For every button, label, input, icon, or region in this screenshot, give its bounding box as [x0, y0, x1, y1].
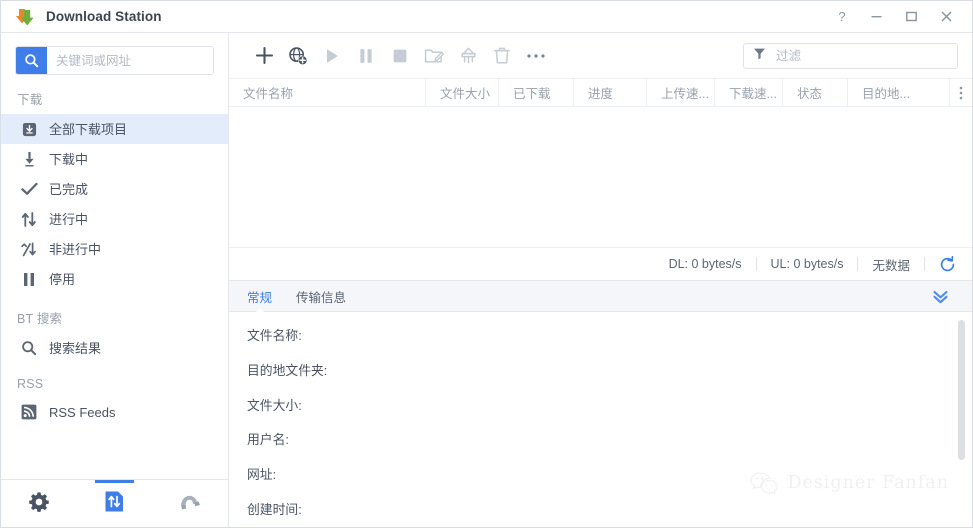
column-header-destination[interactable]: 目的地... — [848, 79, 950, 106]
add-from-url-button[interactable] — [281, 41, 315, 71]
window-body: 下载 全部下载项目 — [1, 33, 972, 528]
transfer-icon — [103, 490, 126, 518]
window-title: Download Station — [46, 9, 162, 24]
task-table-header: 文件名称 文件大小 已下载 进度 上传速... 下载速... 状态 目的地... — [229, 78, 972, 107]
sidebar-item-inactive[interactable]: 非进行中 — [1, 234, 228, 264]
detail-panel-body: 文件名称: 目的地文件夹: 文件大小: 用户名: 网址: 创建时间: — [229, 312, 972, 527]
filter-box[interactable] — [743, 42, 958, 69]
magnet-icon — [178, 491, 202, 518]
rss-icon — [19, 404, 39, 420]
sidebar-item-label: 已完成 — [49, 181, 89, 197]
upload-speed-label: UL: 0 bytes/s — [770, 257, 844, 271]
search-icon[interactable] — [16, 47, 47, 74]
sidebar-item-label: 进行中 — [49, 211, 89, 227]
help-button[interactable]: ? — [824, 1, 859, 32]
tab-general[interactable]: 常规 — [247, 281, 272, 313]
sidebar-item-label: 停用 — [49, 271, 76, 287]
field-url: 网址: — [247, 467, 277, 483]
data-state-label: 无数据 — [872, 258, 910, 273]
main-toolbar — [229, 33, 972, 78]
field-username: 用户名: — [247, 432, 289, 448]
field-created-time: 创建时间: — [247, 501, 302, 517]
downloading-icon — [19, 151, 39, 167]
window-controls: ? — [824, 1, 972, 32]
sidebar-item-rss-feeds[interactable]: RSS Feeds — [1, 397, 228, 427]
transfer-status-bar: DL: 0 bytes/s UL: 0 bytes/s 无数据 — [229, 247, 972, 280]
bottom-tab-bt-search[interactable] — [152, 481, 228, 528]
sidebar-item-all-downloads[interactable]: 全部下载项目 — [1, 114, 228, 144]
field-filename: 文件名称: — [247, 328, 302, 343]
clear-completed-button[interactable] — [451, 41, 485, 71]
refresh-icon[interactable] — [925, 255, 956, 273]
sidebar-search[interactable] — [15, 46, 214, 75]
sidebar-item-completed[interactable]: 已完成 — [1, 174, 228, 204]
sidebar-group-label-bt-search: BT 搜索 — [17, 312, 63, 326]
sidebar-item-active[interactable]: 进行中 — [1, 204, 228, 234]
delete-button[interactable] — [485, 41, 519, 71]
task-table-body[interactable] — [229, 107, 972, 247]
sidebar-item-label: 非进行中 — [49, 241, 102, 257]
minimize-button[interactable] — [859, 1, 894, 32]
more-options-button[interactable] — [519, 41, 553, 71]
download-speed-label: DL: 0 bytes/s — [668, 257, 742, 271]
bottom-tab-transfer[interactable] — [77, 479, 153, 528]
inactive-arrows-icon — [19, 242, 39, 257]
title-bar: Download Station ? — [1, 1, 972, 33]
stop-button[interactable] — [383, 41, 417, 71]
detail-panel-scrollbar[interactable] — [958, 320, 965, 460]
tab-transfer-info[interactable]: 传输信息 — [296, 281, 346, 312]
sidebar: 下载 全部下载项目 — [1, 33, 229, 528]
gear-icon — [28, 491, 50, 518]
pause-icon — [19, 272, 39, 287]
sidebar-item-stopped[interactable]: 停用 — [1, 264, 228, 294]
sidebar-item-label: 搜索结果 — [49, 340, 102, 356]
close-button[interactable] — [929, 1, 964, 32]
sidebar-item-label: 全部下载项目 — [49, 121, 128, 137]
column-header-progress[interactable]: 进度 — [574, 79, 647, 106]
column-header-upload-speed[interactable]: 上传速... — [647, 79, 715, 106]
sidebar-item-label: 下载中 — [49, 151, 89, 167]
column-header-status[interactable]: 状态 — [783, 79, 848, 106]
column-options-icon[interactable] — [950, 79, 972, 106]
add-task-button[interactable] — [247, 41, 281, 71]
sidebar-bottom-tabs — [1, 479, 228, 528]
sidebar-group-label-rss: RSS — [17, 377, 44, 391]
edit-destination-button[interactable] — [417, 41, 451, 71]
bottom-tab-settings[interactable] — [1, 481, 77, 528]
search-input[interactable] — [47, 47, 213, 74]
double-chevron-down-icon[interactable] — [931, 281, 950, 312]
field-filesize: 文件大小: — [247, 397, 302, 413]
pause-button[interactable] — [349, 41, 383, 71]
column-header-filename[interactable]: 文件名称 — [229, 79, 426, 106]
column-header-downloaded[interactable]: 已下载 — [499, 79, 574, 106]
sidebar-group-label-downloads: 下载 — [17, 93, 43, 107]
download-station-window: Download Station ? 关键词或网址 下载 全部下载项目 下载中 … — [0, 0, 973, 528]
sidebar-item-search-results[interactable]: 搜索结果 — [1, 333, 228, 363]
main-content: 文件名称 文件大小 已下载 进度 上传速... 下载速... 状态 目的地... — [229, 33, 972, 527]
search-icon — [19, 340, 39, 356]
maximize-button[interactable] — [894, 1, 929, 32]
up-down-arrows-icon — [19, 211, 39, 227]
detail-panel-tabs: 常规 传输信息 — [229, 280, 972, 313]
start-button[interactable] — [315, 41, 349, 71]
check-icon — [19, 182, 39, 196]
download-box-icon — [19, 122, 39, 137]
sidebar-item-downloading[interactable]: 下载中 — [1, 144, 228, 174]
svg-text:?: ? — [838, 10, 845, 24]
funnel-icon — [753, 47, 766, 65]
filter-input[interactable] — [774, 47, 948, 64]
column-header-filesize[interactable]: 文件大小 — [426, 79, 499, 106]
field-destination-folder: 目的地文件夹: — [247, 362, 328, 378]
column-header-download-speed[interactable]: 下载速... — [715, 79, 783, 106]
sidebar-item-label: RSS Feeds — [49, 404, 116, 420]
download-arrow-icon — [14, 6, 36, 28]
